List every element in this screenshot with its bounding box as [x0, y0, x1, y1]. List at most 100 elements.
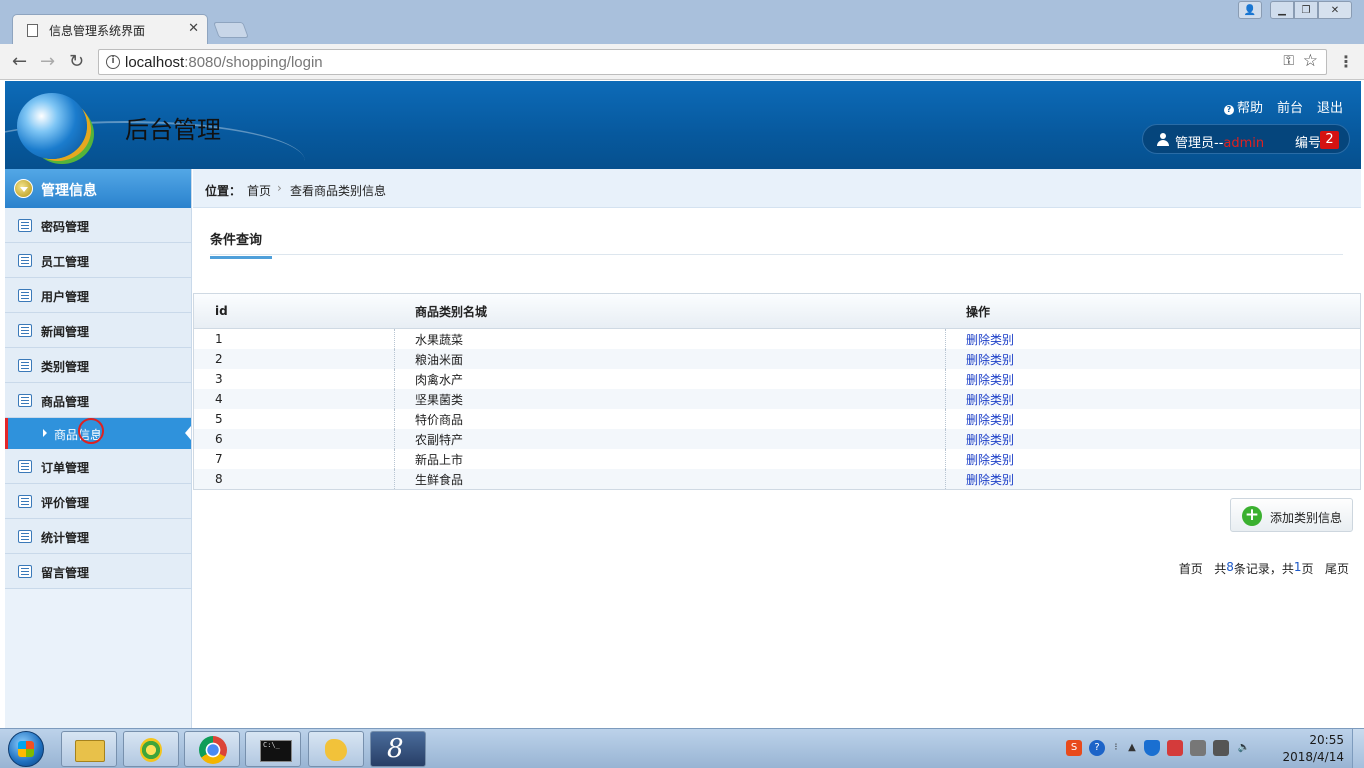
- usb-icon[interactable]: [1190, 740, 1206, 756]
- sidebar-item-password[interactable]: 密码管理: [5, 208, 191, 243]
- column-divider: [945, 389, 946, 409]
- column-divider: [945, 329, 946, 349]
- sidebar-item-label: 类别管理: [41, 360, 90, 374]
- list-icon: [18, 359, 32, 372]
- language-icon[interactable]: ⁝: [1112, 740, 1120, 756]
- forward-arrow-icon[interactable]: →: [40, 51, 55, 72]
- start-button[interactable]: [8, 731, 44, 767]
- delete-category-link[interactable]: 删除类别: [966, 389, 1014, 409]
- header-links: ? 帮助 前台 退出: [1223, 97, 1343, 116]
- sidebar-item-reviews[interactable]: 评价管理: [5, 484, 191, 519]
- breadcrumb-home-link[interactable]: 首页: [247, 182, 271, 199]
- browser-tab[interactable]: 信息管理系统界面 ✕: [12, 14, 208, 46]
- number-badge: 2: [1320, 131, 1339, 149]
- sidebar-item-messages[interactable]: 留言管理: [5, 554, 191, 589]
- column-divider: [394, 429, 395, 449]
- delete-category-link[interactable]: 删除类别: [966, 409, 1014, 429]
- bookmark-star-icon[interactable]: ☆: [1303, 51, 1318, 71]
- qq-music-icon[interactable]: [123, 731, 179, 767]
- sidebar-subitem-product-info[interactable]: 商品信息: [5, 418, 191, 449]
- last-page-link[interactable]: 尾页: [1325, 560, 1349, 577]
- maximize-button[interactable]: ❐: [1294, 1, 1318, 19]
- cell-id: 4: [215, 392, 223, 406]
- table-row: 5 特价商品 删除类别: [194, 409, 1360, 429]
- cell-id: 7: [215, 452, 223, 466]
- sidebar-item-categories[interactable]: 类别管理: [5, 348, 191, 383]
- add-category-button[interactable]: + 添加类别信息: [1230, 498, 1353, 532]
- list-icon: [18, 495, 32, 508]
- column-divider: [945, 349, 946, 369]
- front-link[interactable]: 前台: [1277, 97, 1303, 116]
- document-icon: [27, 24, 38, 37]
- delete-category-link[interactable]: 删除类别: [966, 369, 1014, 389]
- close-icon[interactable]: ✕: [188, 21, 199, 36]
- cell-category-name: 粮油米面: [415, 352, 464, 367]
- delete-category-link[interactable]: 删除类别: [966, 449, 1014, 469]
- first-page-link[interactable]: 首页: [1179, 560, 1203, 577]
- sidebar-item-news[interactable]: 新闻管理: [5, 313, 191, 348]
- minimize-button[interactable]: ▁: [1270, 1, 1294, 19]
- new-tab-button[interactable]: [213, 22, 249, 38]
- action-center-flag-icon[interactable]: [1167, 740, 1183, 756]
- list-icon: [18, 219, 32, 232]
- volume-icon[interactable]: 🔈: [1236, 740, 1252, 756]
- address-bar[interactable]: i localhost:8080/shopping/login ⚿ ☆: [98, 49, 1327, 75]
- sidebar-item-users[interactable]: 用户管理: [5, 278, 191, 313]
- active-notch: [185, 426, 191, 440]
- admin-header: 后台管理 ? 帮助 前台 退出 管理员--admin 编号 2: [5, 81, 1361, 169]
- network-icon[interactable]: [1213, 740, 1229, 756]
- close-window-button[interactable]: ✕: [1318, 1, 1352, 19]
- breadcrumb: 位置： 首页 › 查看商品类别信息: [193, 169, 1361, 208]
- sidebar-header[interactable]: 管理信息: [5, 169, 191, 208]
- user-profile-icon[interactable]: 👤: [1238, 1, 1262, 19]
- sogou-input-icon[interactable]: S: [1066, 740, 1082, 756]
- app-hand-icon[interactable]: [308, 731, 364, 767]
- show-desktop-button[interactable]: [1352, 729, 1364, 768]
- user-role: 管理员--admin: [1175, 136, 1265, 151]
- column-header-name: 商品类别名城: [415, 304, 488, 319]
- total-records: 8: [1226, 560, 1234, 574]
- command-prompt-icon[interactable]: [245, 731, 301, 767]
- delete-category-link[interactable]: 删除类别: [966, 349, 1014, 369]
- shield-icon[interactable]: [1144, 740, 1160, 756]
- sidebar-item-products[interactable]: 商品管理: [5, 383, 191, 418]
- cell-category-name: 生鲜食品: [415, 472, 464, 487]
- sidebar-item-orders[interactable]: 订单管理: [5, 449, 191, 484]
- sidebar-item-label: 员工管理: [41, 255, 90, 269]
- back-arrow-icon[interactable]: ←: [12, 51, 27, 72]
- file-explorer-icon[interactable]: [61, 731, 117, 767]
- delete-category-link[interactable]: 删除类别: [966, 329, 1014, 349]
- delete-category-link[interactable]: 删除类别: [966, 469, 1014, 489]
- sidebar-item-label: 统计管理: [41, 531, 90, 545]
- main-content: 位置： 首页 › 查看商品类别信息 条件查询 id 商品类别名城 操作 1 水果蔬…: [193, 169, 1361, 728]
- help-tray-icon[interactable]: ?: [1089, 740, 1105, 756]
- list-icon: [18, 530, 32, 543]
- user-icon: [1157, 133, 1169, 146]
- pager-records-suffix: 条记录，共: [1233, 562, 1294, 576]
- key-icon[interactable]: ⚿: [1283, 53, 1294, 69]
- tab-title: 信息管理系统界面: [49, 24, 146, 38]
- chrome-icon[interactable]: [184, 731, 240, 767]
- breadcrumb-label: 位置：: [205, 184, 242, 198]
- help-link[interactable]: ? 帮助: [1223, 97, 1263, 116]
- table-row: 1 水果蔬菜 删除类别: [194, 329, 1360, 349]
- ide-icon[interactable]: [370, 731, 426, 767]
- collapse-toggle-icon: [14, 179, 33, 198]
- total-pages: 1: [1293, 560, 1302, 574]
- table-row: 8 生鲜食品 删除类别: [194, 469, 1360, 489]
- sidebar-item-staff[interactable]: 员工管理: [5, 243, 191, 278]
- pager-spacer: [1203, 560, 1214, 577]
- menu-dots-icon[interactable]: ⋮: [1338, 52, 1354, 71]
- sidebar-header-label: 管理信息: [41, 183, 97, 199]
- column-divider: [945, 429, 946, 449]
- sidebar-item-statistics[interactable]: 统计管理: [5, 519, 191, 554]
- logout-link[interactable]: 退出: [1317, 97, 1343, 116]
- show-hidden-icons-icon[interactable]: ▲: [1127, 740, 1137, 756]
- reload-icon[interactable]: ↻: [69, 51, 84, 72]
- browser-toolbar: ← → ↻ i localhost:8080/shopping/login ⚿ …: [0, 44, 1364, 80]
- system-clock[interactable]: 20:55 2018/4/14: [1282, 732, 1344, 766]
- list-icon: [18, 254, 32, 267]
- delete-category-link[interactable]: 删除类别: [966, 429, 1014, 449]
- info-icon[interactable]: i: [106, 55, 120, 69]
- help-icon: ?: [1223, 105, 1234, 115]
